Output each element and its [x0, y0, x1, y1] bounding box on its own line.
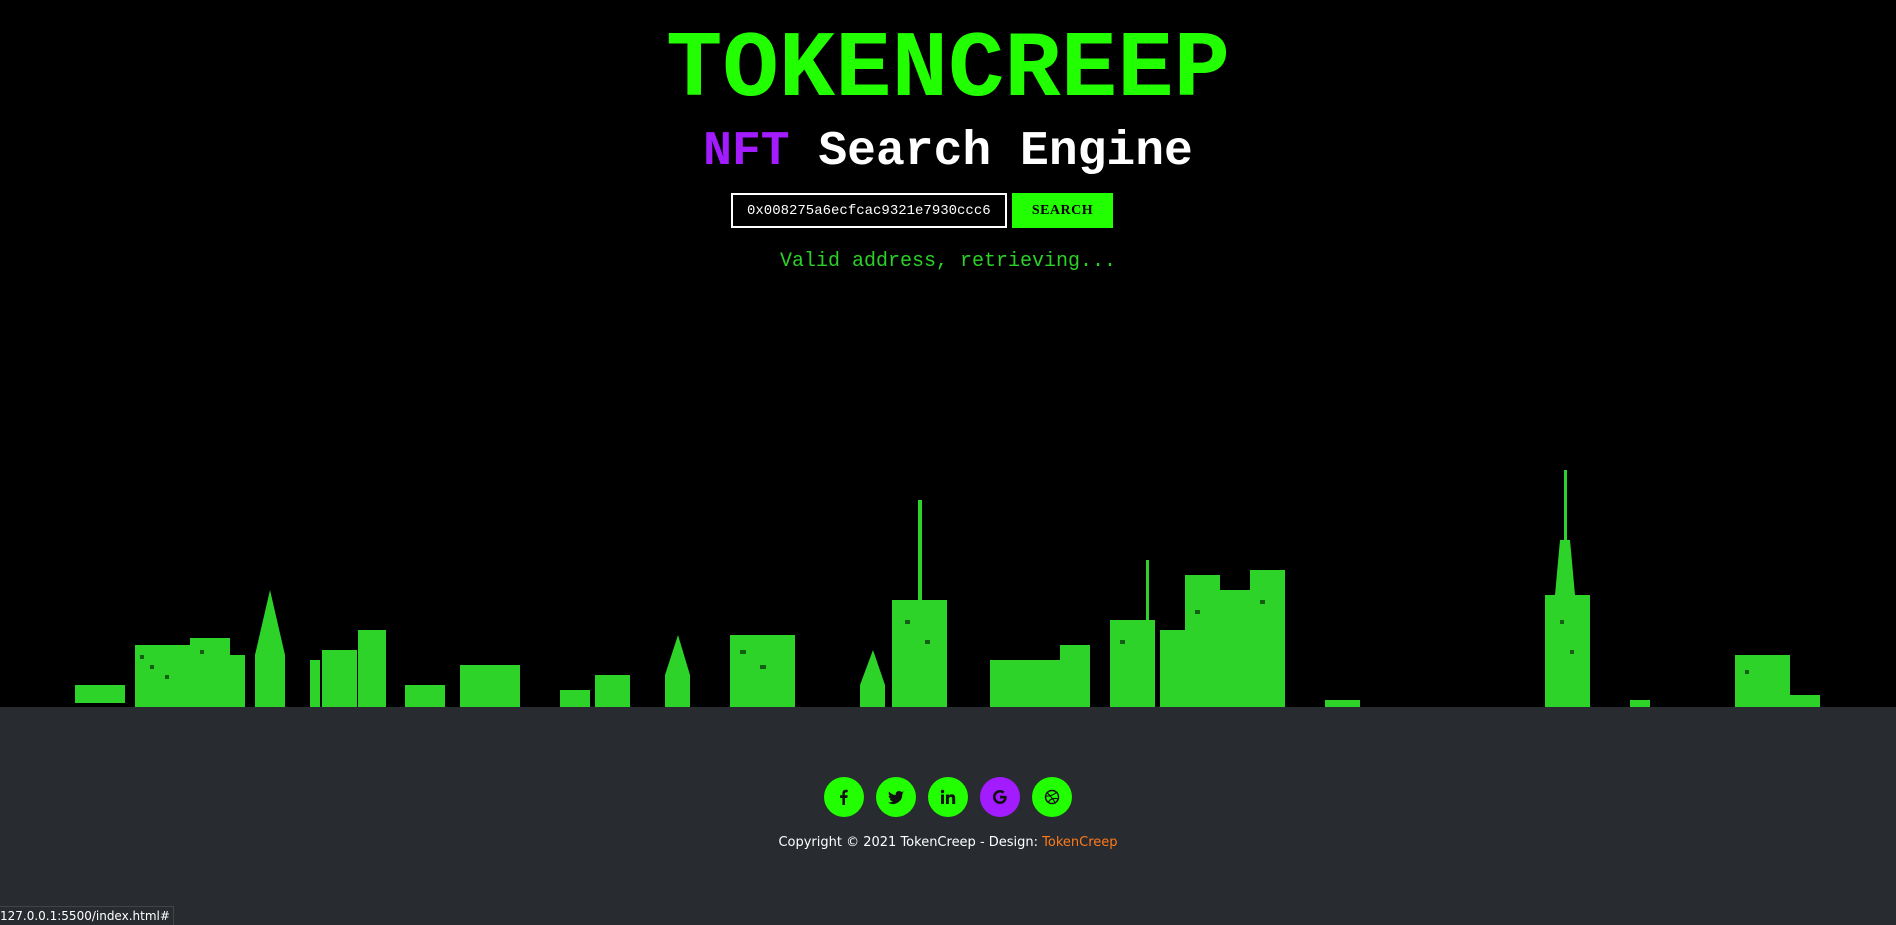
browser-status-url: 127.0.0.1:5500/index.html# — [0, 906, 174, 925]
search-bar: SEARCH — [0, 193, 1896, 228]
copyright-prefix: Copyright © 2021 TokenCreep - Design: — [778, 835, 1043, 850]
social-links — [0, 777, 1896, 817]
status-message: Valid address, retrieving... — [779, 250, 1117, 273]
linkedin-icon[interactable] — [928, 777, 968, 817]
dribbble-icon[interactable] — [1032, 777, 1072, 817]
hero-section: TOKENCREEP NFT Search Engine SEARCH Vali… — [0, 0, 1896, 707]
subtitle-text: Search Engine — [818, 125, 1193, 179]
copyright-text: Copyright © 2021 TokenCreep - Design: To… — [0, 835, 1896, 850]
twitter-icon[interactable] — [876, 777, 916, 817]
design-credit-link[interactable]: TokenCreep — [1042, 835, 1117, 850]
search-button[interactable]: SEARCH — [1012, 193, 1113, 228]
google-icon[interactable] — [980, 777, 1020, 817]
brand-title: TOKENCREEP — [665, 18, 1231, 124]
page-subtitle: NFT Search Engine — [0, 124, 1896, 180]
subtitle-accent: NFT — [703, 125, 790, 179]
city-skyline-image — [75, 470, 1820, 707]
page-footer: Copyright © 2021 TokenCreep - Design: To… — [0, 707, 1896, 925]
facebook-icon[interactable] — [824, 777, 864, 817]
address-search-input[interactable] — [731, 193, 1007, 228]
